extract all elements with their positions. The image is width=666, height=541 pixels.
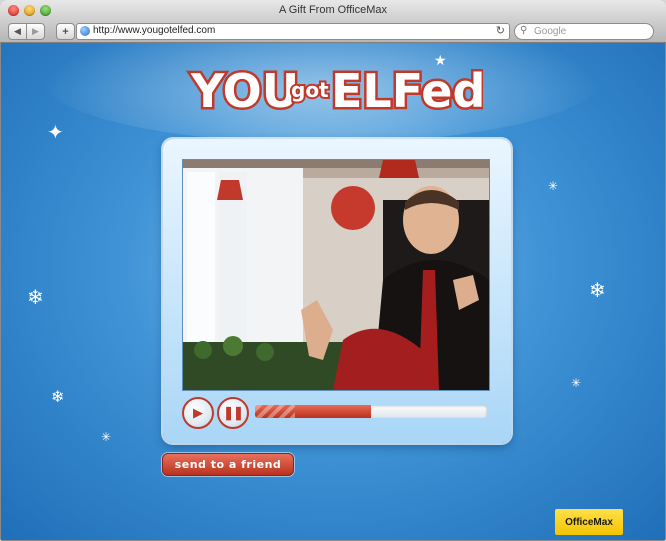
page-content: ✦ ❄ ❄ ✳ ✳ ❄ ✳ ★ YOU got ELFed ▶ ❚❚ send … <box>1 43 665 540</box>
snowflake-icon: ✳ <box>571 376 582 390</box>
address-bar[interactable]: http://www.yougotelfed.com ↻ <box>76 23 510 40</box>
bell-ornament-icon <box>379 160 419 178</box>
play-button[interactable]: ▶ <box>182 397 214 429</box>
back-button[interactable]: ◀ <box>8 23 27 40</box>
video-progress-bar[interactable] <box>255 405 487 418</box>
you-got-elfed-logo: YOU got ELFed <box>1 57 665 120</box>
logo-word-elfed: ELFed <box>331 64 483 118</box>
search-input[interactable]: ⚲ Google <box>514 23 654 40</box>
globe-icon <box>80 26 90 36</box>
send-to-friend-button[interactable]: send to a friend <box>162 453 294 476</box>
window-title: A Gift From OfficeMax <box>279 4 387 16</box>
reload-icon[interactable]: ↻ <box>496 24 505 37</box>
logo-graphic: YOU got ELFed <box>188 62 484 120</box>
video-progress-fill <box>255 405 371 418</box>
snowflake-icon: ❄ <box>51 389 65 406</box>
browser-window: A Gift From OfficeMax ◀ ▶ + http://www.y… <box>0 0 666 541</box>
add-bookmark-button[interactable]: + <box>56 23 75 40</box>
title-bar: A Gift From OfficeMax <box>0 0 666 20</box>
officemax-logo[interactable]: OfficeMax <box>555 509 623 535</box>
paper-ball-ornament-icon <box>331 186 375 230</box>
snowflake-icon: ✳ <box>548 179 559 193</box>
url-text[interactable]: http://www.yougotelfed.com <box>93 25 215 36</box>
search-icon: ⚲ <box>520 25 528 36</box>
video-player: ▶ ❚❚ <box>163 139 511 443</box>
video-frame[interactable] <box>182 159 490 391</box>
logo-word-got: got <box>291 78 329 102</box>
bell-ornament-icon <box>217 180 243 200</box>
snowflake-icon: ✳ <box>101 430 112 444</box>
snowflake-icon: ✦ <box>47 122 64 144</box>
forward-button[interactable]: ▶ <box>26 23 45 40</box>
search-placeholder: Google <box>534 26 567 37</box>
snowflake-icon: ❄ <box>589 280 606 302</box>
browser-toolbar: ◀ ▶ + http://www.yougotelfed.com ↻ ⚲ Goo… <box>0 20 666 43</box>
logo-word-you: YOU <box>190 64 299 118</box>
pause-button[interactable]: ❚❚ <box>217 397 249 429</box>
snowflake-icon: ❄ <box>27 287 44 309</box>
video-scene <box>183 160 489 390</box>
